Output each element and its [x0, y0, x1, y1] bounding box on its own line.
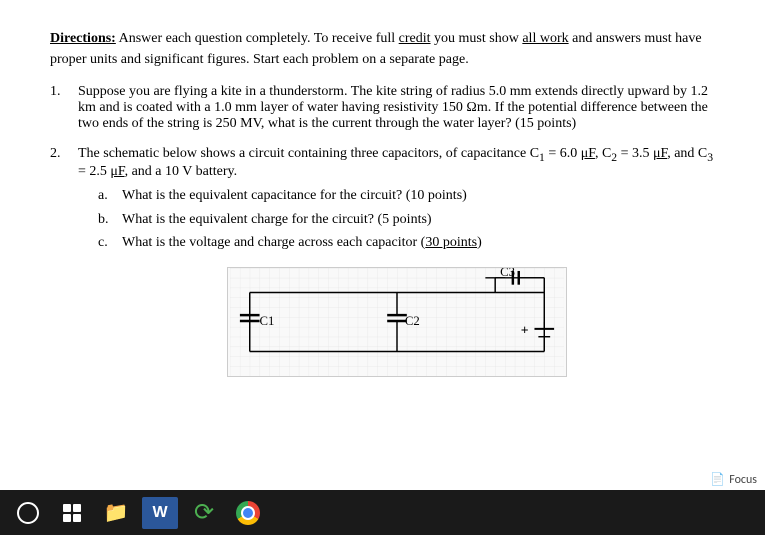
problem-2: 2. The schematic below shows a circuit c… — [50, 146, 715, 377]
problem-2-intro: The schematic below shows a circuit cont… — [78, 146, 715, 180]
directions-text1: Answer each question completely. To rece… — [119, 31, 399, 46]
sub-b-label: b. — [98, 208, 114, 232]
30-points-underline: 30 points — [425, 235, 477, 250]
sub-a-label: a. — [98, 184, 114, 208]
start-button[interactable] — [8, 494, 48, 532]
apps-grid-icon — [63, 504, 81, 522]
c3-label: C3 — [500, 267, 515, 279]
word-button[interactable]: W — [140, 494, 180, 532]
taskbar: 📁 W ⟳ — [0, 490, 765, 535]
chrome-icon — [236, 501, 260, 525]
svg-text:+: + — [520, 323, 528, 338]
chrome-button[interactable] — [228, 494, 268, 532]
problem-1: 1. Suppose you are flying a kite in a th… — [50, 84, 715, 132]
focus-icon: 📄 — [710, 472, 725, 487]
problem-1-number: 1. — [50, 84, 70, 100]
directions-label: Directions: — [50, 31, 116, 46]
sub-c-text: What is the voltage and charge across ea… — [122, 231, 482, 255]
folder-icon: 📁 — [104, 500, 129, 525]
sub-c-label: c. — [98, 231, 114, 255]
sub-question-a: a. What is the equivalent capacitance fo… — [98, 184, 715, 208]
problem-1-text: Suppose you are flying a kite in a thund… — [78, 84, 708, 131]
word-icon: W — [142, 497, 178, 529]
sub-question-b: b. What is the equivalent charge for the… — [98, 208, 715, 232]
file-explorer-button[interactable]: 📁 — [96, 494, 136, 532]
problem-2-body: The schematic below shows a circuit cont… — [78, 146, 715, 377]
c2-label: C2 — [404, 314, 419, 328]
circuit-svg: C1 C2 — [227, 267, 567, 377]
focus-indicator: 📄 Focus — [710, 472, 757, 487]
refresh-icon: ⟳ — [194, 498, 214, 527]
directions-text2: you must show — [431, 31, 523, 46]
refresh-button[interactable]: ⟳ — [184, 494, 224, 532]
problem-2-sublist: a. What is the equivalent capacitance fo… — [78, 184, 715, 255]
circuit-diagram-container: C1 C2 — [78, 267, 715, 377]
all-work-phrase: all work — [522, 31, 568, 46]
focus-label: Focus — [729, 473, 757, 487]
apps-grid-button[interactable] — [52, 494, 92, 532]
problem-1-body: Suppose you are flying a kite in a thund… — [78, 84, 715, 132]
problem-2-number: 2. — [50, 146, 70, 162]
main-content: Directions: Answer each question complet… — [0, 0, 765, 490]
c1-label: C1 — [259, 314, 274, 328]
windows-circle-icon — [17, 502, 39, 524]
sub-b-text: What is the equivalent charge for the ci… — [122, 208, 432, 232]
sub-question-c: c. What is the voltage and charge across… — [98, 231, 715, 255]
credit-word: credit — [399, 31, 431, 46]
directions-paragraph: Directions: Answer each question complet… — [50, 28, 715, 70]
sub-a-text: What is the equivalent capacitance for t… — [122, 184, 467, 208]
